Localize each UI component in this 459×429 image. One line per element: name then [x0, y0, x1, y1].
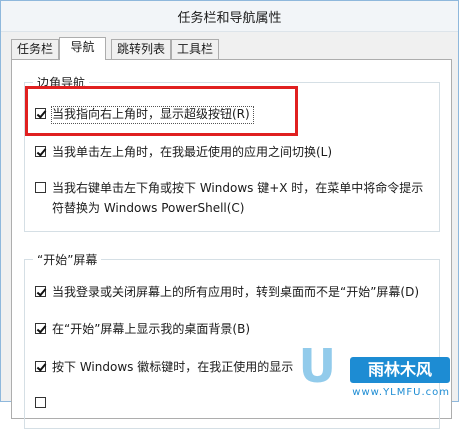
option-powershell[interactable]: 当我右键单击左下角或按下 Windows 键+X 时，在菜单中将命令提示符替换为… [35, 178, 430, 220]
red-highlight-box [25, 86, 298, 136]
window-title: 任务栏和导航属性 [177, 11, 282, 26]
tab-toolbars[interactable]: 工具栏 [171, 39, 219, 59]
checkbox-partial[interactable] [35, 397, 46, 408]
checkbox-go-to-desktop[interactable] [35, 286, 47, 297]
tab-taskbar[interactable]: 任务栏 [11, 39, 59, 59]
checkbox-desktop-background[interactable] [35, 323, 47, 334]
properties-window: 任务栏和导航属性 任务栏 导航 跳转列表 工具栏 边角导航 当我指向右上角时，显… [0, 0, 459, 429]
checkbox-switch-apps[interactable] [35, 146, 47, 157]
option-desktop-background-label: 在“开始”屏幕上显示我的桌面背景(B) [52, 322, 251, 336]
checkbox-powershell[interactable] [35, 182, 46, 193]
checkbox-windows-key[interactable] [35, 361, 47, 372]
start-screen-label: “开始”屏幕 [33, 251, 102, 268]
option-windows-key-label: 按下 Windows 徽标键时，在我正使用的显示 [52, 360, 294, 374]
option-go-to-desktop-label: 当我登录或关闭屏幕上的所有应用时，转到桌面而不是“开始”屏幕(D) [52, 285, 420, 299]
checkmark-icon [36, 146, 47, 157]
checkmark-icon [36, 361, 47, 372]
checkmark-icon [36, 323, 47, 334]
option-powershell-label: 当我右键单击左下角或按下 Windows 键+X 时，在菜单中将命令提示符替换为… [52, 181, 424, 215]
checkmark-icon [36, 286, 47, 297]
option-switch-apps-label: 当我单击左上角时，在我最近使用的应用之间切换(L) [52, 145, 333, 159]
tab-jump-lists[interactable]: 跳转列表 [111, 39, 171, 59]
tab-navigation[interactable]: 导航 [59, 37, 106, 60]
title-bar[interactable]: 任务栏和导航属性 [1, 1, 458, 32]
